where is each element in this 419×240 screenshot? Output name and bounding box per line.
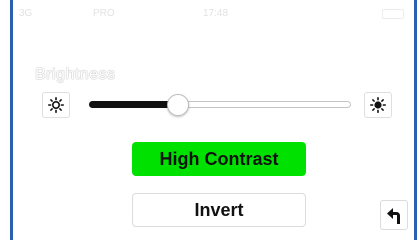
settings-screen: 3G PRO 17:48 Brightness High Contrast In… [10, 0, 417, 240]
high-contrast-button[interactable]: High Contrast [132, 142, 306, 176]
slider-fill [89, 101, 179, 108]
brightness-label: Brightness [35, 66, 116, 83]
network-label: PRO [93, 8, 115, 19]
clock: 17:48 [203, 8, 229, 19]
brightness-increase-button[interactable] [364, 92, 392, 118]
back-arrow-icon [387, 208, 400, 224]
brightness-slider[interactable] [89, 94, 351, 116]
battery-icon [382, 9, 404, 19]
brightness-decrease-button[interactable] [42, 92, 70, 118]
sun-low-icon [48, 97, 64, 113]
sun-high-icon [370, 97, 386, 113]
invert-button[interactable]: Invert [132, 193, 306, 227]
status-bar: 3G PRO 17:48 [13, 0, 414, 22]
carrier-label: 3G [19, 8, 33, 19]
slider-thumb[interactable] [167, 94, 190, 116]
back-button[interactable] [380, 200, 408, 230]
